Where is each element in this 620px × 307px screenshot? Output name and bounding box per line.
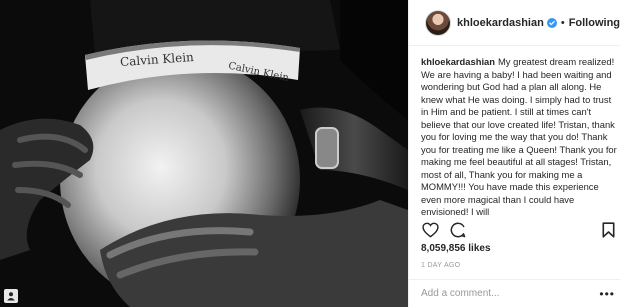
likes-count[interactable]: 8,059,856 likes — [421, 243, 491, 254]
bookmark-icon — [602, 222, 614, 238]
post-actions — [421, 221, 617, 239]
caption-text: My greatest dream realized! We are havin… — [421, 56, 617, 217]
post-header: khloekardashian • Following — [409, 0, 620, 46]
header-separator: • — [560, 16, 565, 29]
caption-username[interactable]: khloekardashian — [421, 56, 495, 67]
heart-icon — [421, 222, 439, 238]
more-options-icon[interactable]: ••• — [599, 287, 615, 301]
verified-badge-icon — [546, 17, 557, 28]
comment-bubble-icon — [450, 222, 466, 238]
post-caption: khloekardashian My greatest dream realize… — [421, 56, 617, 219]
post-side-panel: khloekardashian • Following khloekardash… — [408, 0, 620, 307]
following-button[interactable]: Following — [569, 17, 620, 29]
header-username[interactable]: khloekardashian — [457, 17, 544, 29]
comment-input[interactable] — [421, 288, 591, 299]
avatar[interactable] — [425, 9, 451, 36]
comment-button[interactable] — [449, 221, 467, 239]
post-timestamp[interactable]: 1 DAY AGO — [421, 262, 460, 269]
like-button[interactable] — [421, 221, 439, 239]
comment-bar: ••• — [409, 279, 620, 307]
user-tag-icon[interactable] — [4, 289, 18, 303]
post-photo[interactable]: Calvin Klein Calvin Klein — [0, 0, 408, 307]
save-button[interactable] — [599, 221, 617, 239]
post-image: Calvin Klein Calvin Klein — [0, 0, 408, 307]
